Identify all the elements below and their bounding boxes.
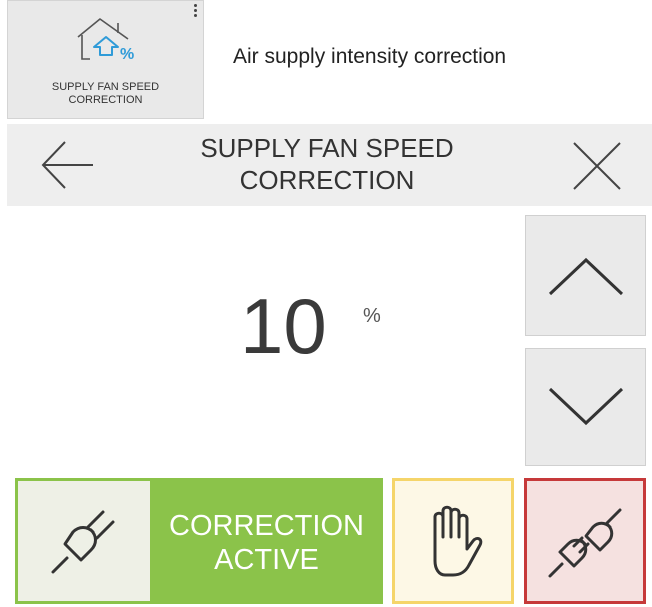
correction-status-button[interactable]: CORRECTION ACTIVE: [15, 478, 383, 604]
more-vert-icon[interactable]: [191, 4, 199, 22]
supply-fan-speed-tile[interactable]: % SUPPLY FAN SPEED CORRECTION: [7, 0, 204, 119]
chevron-down-icon: [548, 387, 623, 426]
tile-description: Air supply intensity correction: [233, 45, 507, 68]
chevron-up-icon: [548, 257, 623, 295]
value-unit: %: [363, 305, 381, 327]
dialog-title: SUPPLY FAN SPEED CORRECTION: [200, 133, 454, 195]
manual-mode-button[interactable]: [392, 478, 514, 604]
hand-icon: [433, 505, 483, 577]
increase-button[interactable]: [525, 215, 646, 336]
disconnect-button[interactable]: [524, 478, 646, 604]
house-fan-percent-icon: %: [77, 18, 134, 63]
tile-label: SUPPLY FAN SPEED CORRECTION: [51, 81, 160, 106]
arrow-left-icon[interactable]: [35, 138, 95, 192]
plug-connected-icon: [548, 508, 622, 578]
value-number: 10: [240, 282, 327, 370]
dialog-header: SUPPLY FAN SPEED CORRECTION: [7, 124, 652, 206]
svg-text:%: %: [120, 46, 134, 63]
status-icon-box: [18, 481, 150, 601]
plug-icon: [51, 510, 115, 574]
correction-status-label: CORRECTION ACTIVE: [169, 510, 364, 576]
decrease-button[interactable]: [525, 348, 646, 466]
close-icon[interactable]: [568, 137, 626, 195]
